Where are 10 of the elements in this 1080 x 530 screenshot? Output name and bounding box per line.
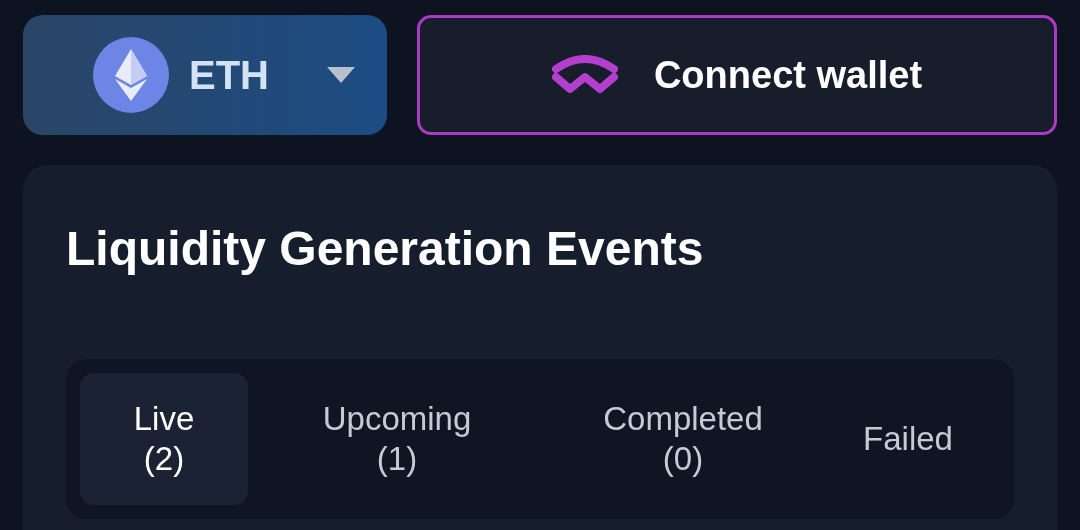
ethereum-icon xyxy=(93,37,169,113)
tab[interactable]: Live (2) xyxy=(80,373,248,505)
caret-icon xyxy=(327,67,355,83)
wallet-connect-icon xyxy=(551,55,618,95)
tab[interactable]: Upcoming (1) xyxy=(248,373,546,505)
tab[interactable]: Completed (0) xyxy=(546,373,820,505)
panel-title: Liquidity Generation Events xyxy=(66,221,705,277)
network-selector[interactable]: ETH xyxy=(23,15,387,135)
connect-wallet-button[interactable]: Connect wallet xyxy=(417,15,1057,135)
tab[interactable]: Failed xyxy=(820,373,996,505)
